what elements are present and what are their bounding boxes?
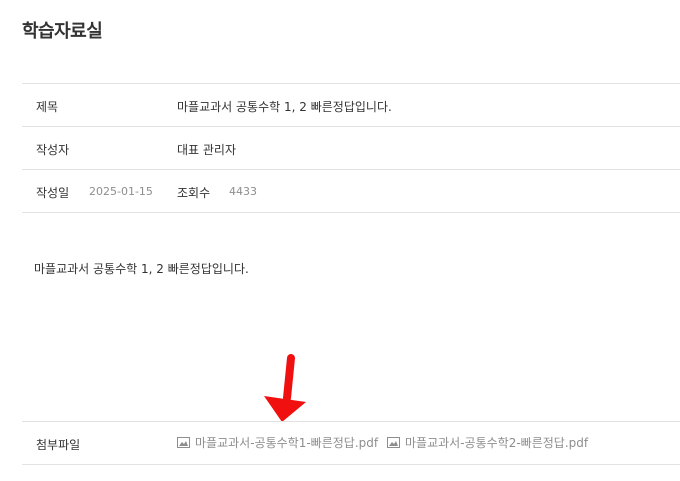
attachment-name: 마플교과서-공통수학1-빠른정답.pdf <box>195 436 379 450</box>
divider <box>22 169 680 170</box>
title-label: 제목 <box>36 100 59 114</box>
divider <box>22 126 680 127</box>
attachment-link-1[interactable]: 마플교과서-공통수학1-빠른정답.pdf <box>177 434 378 451</box>
page-title: 학습자료실 <box>22 21 103 42</box>
divider <box>22 421 680 422</box>
author-label: 작성자 <box>36 143 70 157</box>
image-icon <box>177 437 190 448</box>
date-label: 작성일 <box>36 186 70 200</box>
divider <box>22 464 680 465</box>
author-name: 대표 관리자 <box>177 143 237 157</box>
attachment-link-2[interactable]: 마플교과서-공통수학2-빠른정답.pdf <box>387 434 588 451</box>
divider <box>22 83 680 84</box>
views-label: 조회수 <box>177 186 211 200</box>
post-body: 마플교과서 공통수학 1, 2 빠른정답입니다. <box>34 262 249 276</box>
divider <box>22 212 680 213</box>
attachment-name: 마플교과서-공통수학2-빠른정답.pdf <box>405 436 589 450</box>
views-count: 4433 <box>229 185 257 198</box>
post-title: 마플교과서 공통수학 1, 2 빠른정답입니다. <box>177 100 392 114</box>
image-icon <box>387 437 400 448</box>
board-post-view: 학습자료실 제목 마플교과서 공통수학 1, 2 빠른정답입니다. 작성자 대표… <box>0 0 680 481</box>
attachments-label: 첨부파일 <box>36 438 81 452</box>
post-date: 2025-01-15 <box>89 185 153 198</box>
red-arrow-down-icon <box>264 354 306 422</box>
